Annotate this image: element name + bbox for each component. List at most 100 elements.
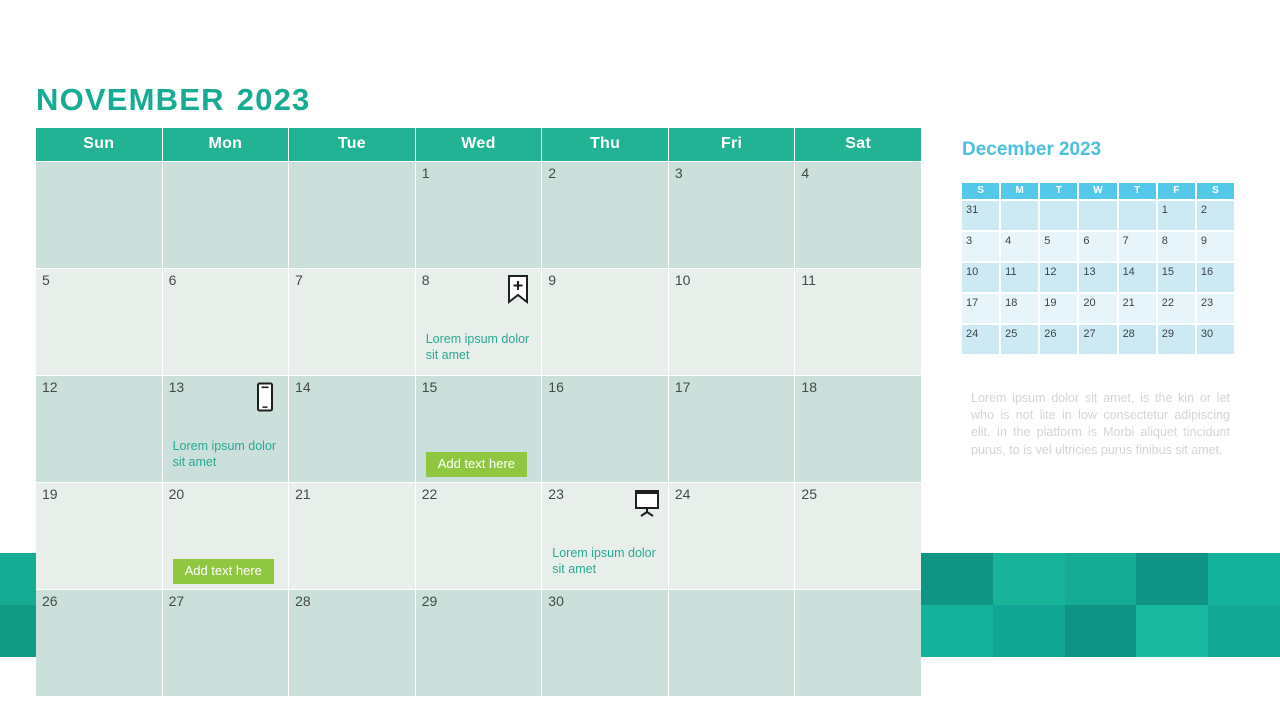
mini-day-cell-10[interactable]: 10 — [962, 263, 1000, 292]
day-cell-13[interactable]: 13 Lorem ipsum dolor sit amet — [162, 376, 289, 482]
mini-day-cell-23[interactable]: 23 — [1196, 294, 1234, 323]
add-text-button[interactable]: Add text here — [172, 559, 274, 584]
day-cell-3[interactable]: 3 — [668, 162, 795, 268]
day-number: 10 — [674, 272, 691, 288]
day-cell-23[interactable]: 23 Lorem ipsum dolor sit amet — [542, 483, 668, 589]
left-decoration — [0, 553, 36, 657]
mini-day-cell-8[interactable]: 8 — [1157, 232, 1195, 261]
projector-screen-icon[interactable] — [632, 489, 659, 519]
smartphone-icon[interactable] — [252, 382, 278, 412]
day-number: 30 — [548, 593, 564, 609]
mini-day-cell-empty[interactable] — [1001, 201, 1039, 230]
day-cell-21[interactable]: 21 — [289, 483, 415, 589]
mini-day-cell-18[interactable]: 18 — [1001, 294, 1039, 323]
mini-day-cell-4[interactable]: 4 — [1001, 232, 1039, 261]
mini-calendar-grid: 31 1 2 3 4 5 6 7 8 9 10 11 12 13 14 15 16 17 18 19 20 21 22 23 2… — [962, 201, 1234, 354]
mini-day-cell-20[interactable]: 20 — [1079, 294, 1117, 323]
mini-day-cell-9[interactable]: 9 — [1196, 232, 1234, 261]
day-number: 26 — [42, 593, 58, 609]
mini-day-cell-2[interactable]: 2 — [1196, 201, 1234, 230]
day-cell-empty[interactable] — [162, 162, 289, 268]
day-cell-28[interactable]: 28 — [289, 590, 415, 696]
day-cell-1[interactable]: 1 — [415, 162, 542, 268]
mini-day-cell-16[interactable]: 16 — [1196, 263, 1234, 292]
mini-day-cell-empty[interactable] — [1040, 201, 1078, 230]
mini-day-cell-empty[interactable] — [1118, 201, 1156, 230]
day-number: 11 — [801, 272, 816, 288]
day-cell-4[interactable]: 4 — [795, 162, 921, 268]
decoration-tile — [921, 605, 993, 657]
calendar-weekday-header-row: Sun Mon Tue Wed Thu Fri Sat — [36, 128, 921, 161]
day-note-text: Lorem ipsum dolor sit amet — [552, 546, 656, 576]
page-title: NOVEMBER 2023 — [36, 82, 311, 118]
mini-day-cell-17[interactable]: 17 — [962, 294, 1000, 323]
decoration-tile — [992, 605, 1065, 657]
mini-day-cell-15[interactable]: 15 — [1157, 263, 1195, 292]
mini-day-cell-29[interactable]: 29 — [1157, 325, 1195, 354]
mini-weekday-header-0: S — [962, 183, 1000, 199]
mini-day-cell-30[interactable]: 30 — [1196, 325, 1234, 354]
day-cell-empty[interactable] — [668, 590, 795, 696]
mini-day-cell-13[interactable]: 13 — [1079, 263, 1117, 292]
day-cell-12[interactable]: 12 — [36, 376, 162, 482]
weekday-header-sat: Sat — [795, 128, 921, 161]
day-cell-22[interactable]: 22 — [415, 483, 542, 589]
mini-day-cell-26[interactable]: 26 — [1040, 325, 1078, 354]
mini-day-cell-7[interactable]: 7 — [1118, 232, 1156, 261]
day-cell-16[interactable]: 16 — [542, 376, 668, 482]
day-cell-7[interactable]: 7 — [289, 269, 415, 375]
day-cell-24[interactable]: 24 — [668, 483, 795, 589]
mini-day-cell-6[interactable]: 6 — [1079, 232, 1117, 261]
mini-day-cell-empty[interactable] — [1079, 201, 1117, 230]
day-cell-26[interactable]: 26 — [36, 590, 162, 696]
day-cell-30[interactable]: 30 — [542, 590, 668, 696]
day-cell-10[interactable]: 10 — [668, 269, 795, 375]
day-cell-11[interactable]: 11 — [795, 269, 921, 375]
day-cell-empty[interactable] — [289, 162, 415, 268]
november-calendar: Sun Mon Tue Wed Thu Fri Sat 1 2 3 4 5 6 7 8 Lorem ipsu… — [36, 128, 921, 696]
day-cell-5[interactable]: 5 — [36, 269, 162, 375]
mini-day-cell-19[interactable]: 19 — [1040, 294, 1078, 323]
day-number: 12 — [42, 379, 58, 395]
day-cell-25[interactable]: 25 — [795, 483, 921, 589]
mini-weekday-header-6: S — [1196, 183, 1234, 199]
day-cell-18[interactable]: 18 — [795, 376, 921, 482]
day-cell-27[interactable]: 27 — [162, 590, 289, 696]
day-cell-17[interactable]: 17 — [668, 376, 795, 482]
day-cell-empty[interactable] — [795, 590, 921, 696]
mini-day-cell-24[interactable]: 24 — [962, 325, 1000, 354]
decoration-tile — [1064, 553, 1137, 605]
add-text-button[interactable]: Add text here — [425, 452, 528, 477]
mini-day-cell-25[interactable]: 25 — [1001, 325, 1039, 354]
weekday-header-wed: Wed — [415, 128, 542, 161]
mini-day-cell-22[interactable]: 22 — [1157, 294, 1195, 323]
day-cell-2[interactable]: 2 — [542, 162, 668, 268]
day-number: 24 — [674, 486, 691, 502]
day-cell-8[interactable]: 8 Lorem ipsum dolor sit amet — [415, 269, 542, 375]
mini-day-cell-11[interactable]: 11 — [1001, 263, 1039, 292]
mini-calendar-title: December 2023 — [962, 139, 1101, 161]
day-cell-empty[interactable] — [36, 162, 162, 268]
mini-day-cell-21[interactable]: 21 — [1118, 294, 1156, 323]
mini-day-cell-12[interactable]: 12 — [1040, 263, 1078, 292]
day-cell-14[interactable]: 14 — [289, 376, 415, 482]
mini-day-cell-3[interactable]: 3 — [962, 232, 1000, 261]
mini-day-cell-28[interactable]: 28 — [1118, 325, 1156, 354]
bookmark-add-icon[interactable] — [505, 275, 531, 305]
day-cell-29[interactable]: 29 — [415, 590, 542, 696]
mini-day-cell-27[interactable]: 27 — [1079, 325, 1117, 354]
mini-day-cell-31[interactable]: 31 — [962, 201, 1000, 230]
day-cell-20[interactable]: 20 Add text here — [162, 483, 289, 589]
day-cell-19[interactable]: 19 — [36, 483, 162, 589]
day-cell-15[interactable]: 15 Add text here — [415, 376, 542, 482]
day-cell-6[interactable]: 6 — [162, 269, 289, 375]
day-number: 7 — [295, 272, 303, 288]
day-number: 17 — [674, 379, 691, 395]
mini-calendar-title-year: 2023 — [1058, 139, 1102, 160]
mini-day-cell-14[interactable]: 14 — [1118, 263, 1156, 292]
day-cell-9[interactable]: 9 — [542, 269, 668, 375]
mini-day-cell-1[interactable]: 1 — [1157, 201, 1195, 230]
mini-day-cell-5[interactable]: 5 — [1040, 232, 1078, 261]
day-number: 29 — [421, 593, 438, 609]
day-note-text: Lorem ipsum dolor sit amet — [425, 332, 530, 362]
